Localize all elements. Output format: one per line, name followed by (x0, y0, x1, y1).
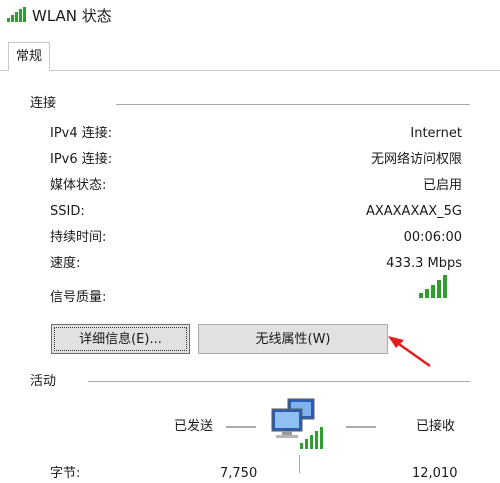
general-panel: 连接 IPv4 连接: Internet IPv6 连接: 无网络访问权限 媒体… (0, 70, 500, 481)
ipv4-value: Internet (410, 126, 462, 141)
bytes-label: 字节: (50, 466, 81, 481)
activity-section-label: 活动 (30, 373, 57, 391)
window-title: WLAN 状态 (32, 7, 112, 25)
speed-value: 433.3 Mbps (386, 256, 462, 271)
sent-dash (226, 426, 256, 428)
signal-quality-label: 信号质量: (50, 290, 107, 305)
activity-divider (88, 381, 470, 382)
duration-label: 持续时间: (50, 230, 107, 245)
ipv6-label: IPv6 连接: (50, 152, 113, 167)
media-state-value: 已启用 (422, 178, 462, 193)
bytes-received-value: 12,010 (412, 466, 458, 481)
wifi-signal-icon (7, 7, 26, 22)
duration-value: 00:06:00 (403, 230, 462, 245)
details-button[interactable]: 详细信息(E)... (51, 324, 190, 354)
connection-divider (116, 104, 470, 105)
tab-general[interactable]: 常规 (8, 42, 50, 71)
ipv4-label: IPv4 连接: (50, 126, 113, 141)
network-computers-icon (271, 398, 323, 449)
sent-label: 已发送 (174, 419, 214, 434)
signal-strength-icon (419, 275, 447, 298)
media-state-label: 媒体状态: (50, 178, 107, 193)
bytes-sent-value: 7,750 (220, 466, 258, 481)
ssid-value: AXAXAXAX_5G (365, 204, 462, 219)
ipv6-value: 无网络访问权限 (370, 152, 462, 167)
ssid-label: SSID: (50, 204, 85, 219)
received-label: 已接收 (416, 419, 456, 434)
annotation-arrow (388, 336, 431, 368)
activity-separator (299, 455, 300, 473)
wireless-properties-button[interactable]: 无线属性(W) (198, 324, 388, 354)
speed-label: 速度: (50, 256, 81, 271)
title-bar: WLAN 状态 (0, 0, 500, 34)
connection-section-label: 连接 (30, 95, 57, 113)
received-dash (346, 426, 376, 428)
